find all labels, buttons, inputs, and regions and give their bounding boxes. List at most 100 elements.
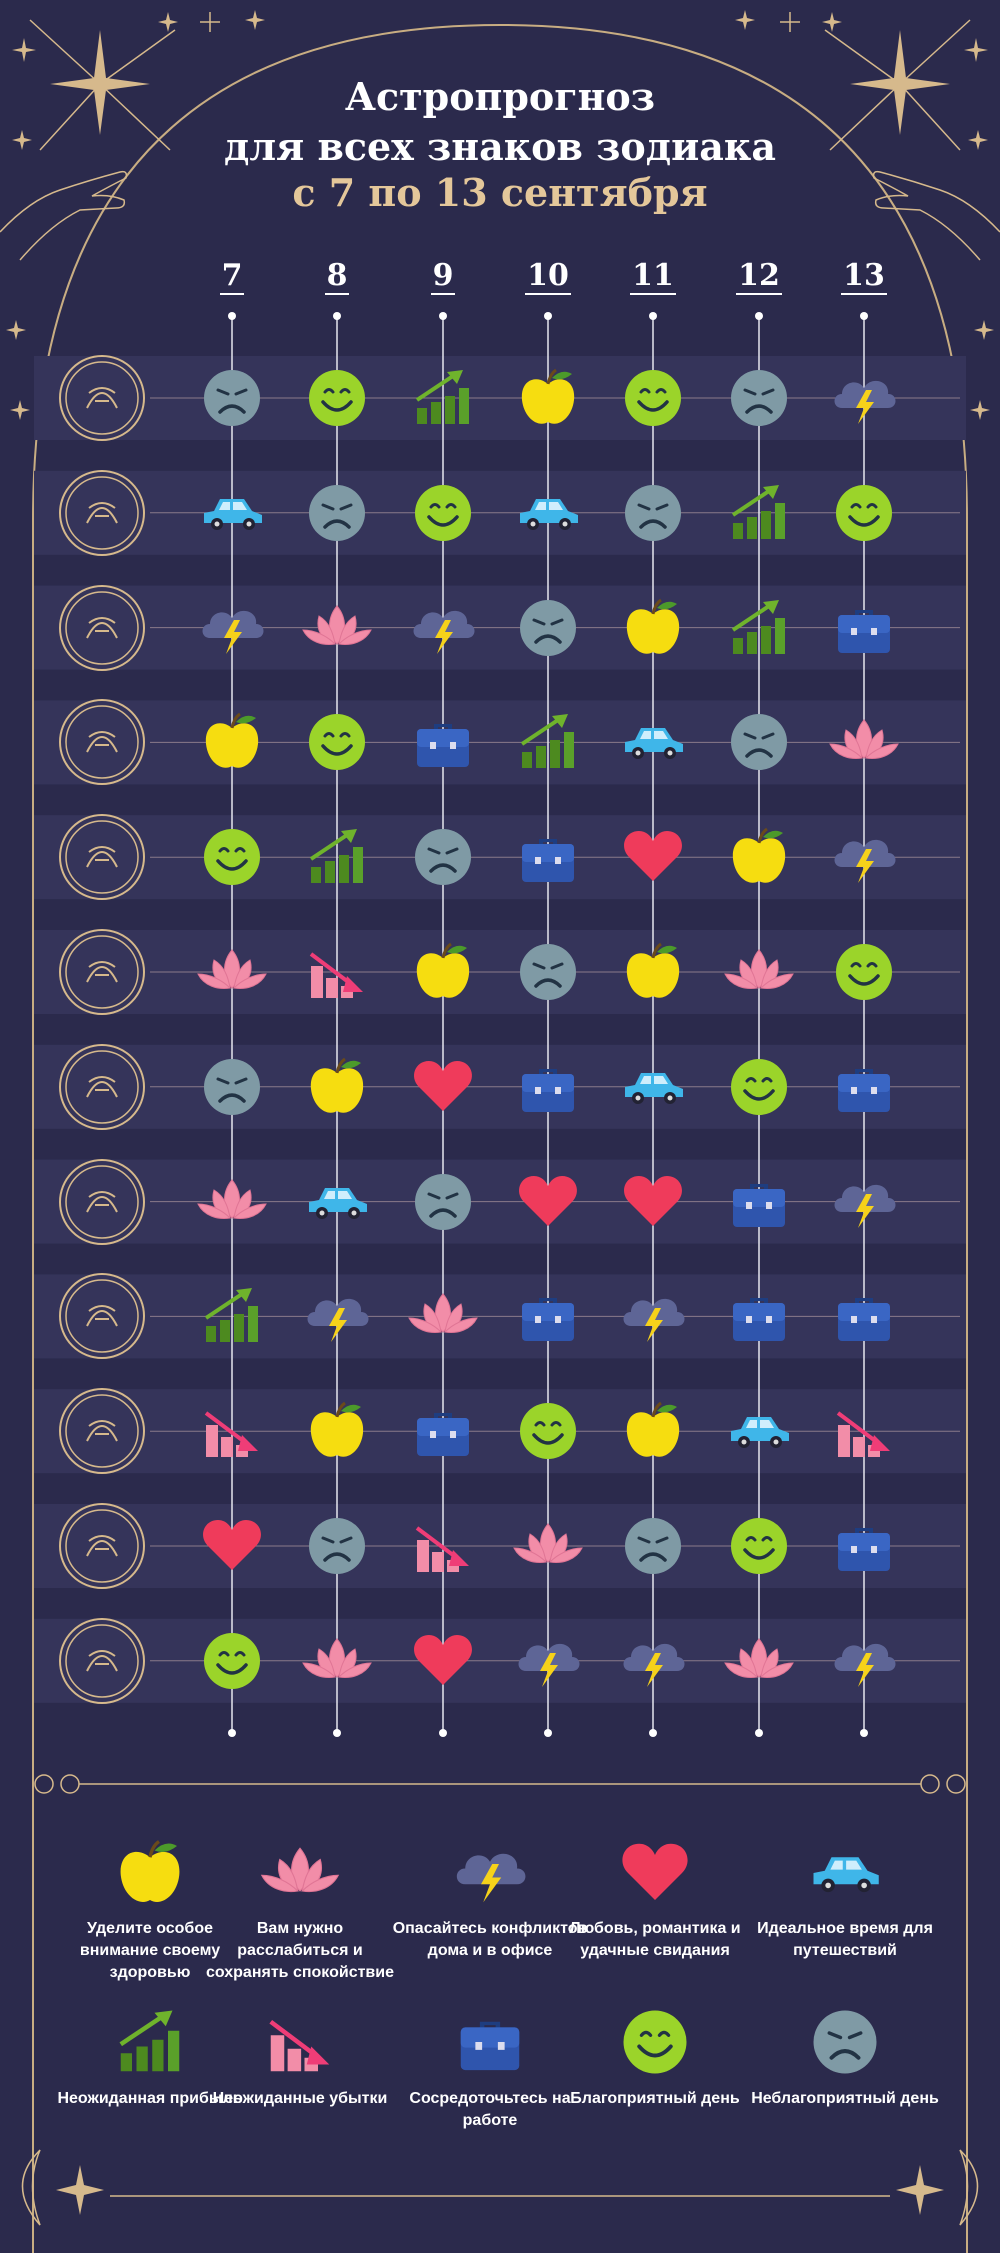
storm-icon xyxy=(613,1621,693,1701)
title-line-2: для всех знаков зодиака xyxy=(224,124,776,169)
briefcase-icon xyxy=(508,1276,588,1356)
legend-happy-icon xyxy=(600,1997,710,2087)
heart-icon xyxy=(403,1621,483,1701)
happy-icon xyxy=(192,1621,272,1701)
loss-icon xyxy=(403,1506,483,1586)
heart-icon xyxy=(192,1506,272,1586)
heart-icon xyxy=(403,1047,483,1127)
happy-icon xyxy=(403,473,483,553)
day-header: 12 xyxy=(736,258,782,295)
title-line-3: с 7 по 13 сентября xyxy=(292,170,708,215)
happy-icon xyxy=(297,358,377,438)
sad-icon xyxy=(192,358,272,438)
storm-icon xyxy=(297,1276,377,1356)
lotus-icon xyxy=(297,1621,377,1701)
profit-icon xyxy=(403,358,483,438)
profit-icon xyxy=(719,473,799,553)
car-icon xyxy=(719,1391,799,1471)
sad-icon xyxy=(297,1506,377,1586)
sad-icon xyxy=(403,817,483,897)
crab-icon xyxy=(57,697,147,787)
storm-icon xyxy=(824,817,904,897)
lotus-icon xyxy=(192,932,272,1012)
day-header: 7 xyxy=(219,258,245,295)
apple-icon xyxy=(297,1047,377,1127)
sad-icon xyxy=(613,473,693,553)
apple-icon xyxy=(613,932,693,1012)
sad-icon xyxy=(297,473,377,553)
car-icon xyxy=(613,702,693,782)
legend-label: Идеальное время для путешествий xyxy=(757,1920,933,1959)
sad-icon xyxy=(192,1047,272,1127)
lotus-icon xyxy=(403,1276,483,1356)
briefcase-icon xyxy=(508,817,588,897)
apple-icon xyxy=(297,1391,377,1471)
loss-icon xyxy=(297,932,377,1012)
happy-icon xyxy=(719,1506,799,1586)
apple-icon xyxy=(719,817,799,897)
scales-icon xyxy=(57,1042,147,1132)
legend-label: Неожиданные убытки xyxy=(212,2090,388,2107)
bow-arrow-icon xyxy=(57,1271,147,1361)
title-line-1: Астропрогноз xyxy=(345,74,655,119)
storm-icon xyxy=(508,1621,588,1701)
car-icon xyxy=(192,473,272,553)
heart-icon xyxy=(613,817,693,897)
legend-loss-icon xyxy=(245,1997,355,2087)
happy-icon xyxy=(192,817,272,897)
sad-icon xyxy=(508,588,588,668)
legend-apple-icon xyxy=(95,1828,205,1918)
happy-icon xyxy=(719,1047,799,1127)
happy-icon xyxy=(508,1391,588,1471)
briefcase-icon xyxy=(403,1391,483,1471)
car-icon xyxy=(508,473,588,553)
day-header: 13 xyxy=(841,258,887,295)
apple-icon xyxy=(508,358,588,438)
legend-briefcase-icon xyxy=(435,1997,545,2087)
maiden-icon xyxy=(57,927,147,1017)
loss-icon xyxy=(824,1391,904,1471)
water-bearer-icon xyxy=(57,1501,147,1591)
storm-icon xyxy=(613,1276,693,1356)
day-header: 8 xyxy=(324,258,350,295)
sad-icon xyxy=(508,932,588,1012)
ram-icon xyxy=(57,353,147,443)
apple-icon xyxy=(403,932,483,1012)
briefcase-icon xyxy=(824,1276,904,1356)
happy-icon xyxy=(824,473,904,553)
briefcase-icon xyxy=(719,1276,799,1356)
legend-car-icon xyxy=(790,1828,900,1918)
lion-icon xyxy=(57,812,147,902)
legend-label: Благоприятный день xyxy=(570,2090,740,2107)
loss-icon xyxy=(192,1391,272,1471)
car-icon xyxy=(297,1162,377,1242)
briefcase-icon xyxy=(824,1506,904,1586)
briefcase-icon xyxy=(824,1047,904,1127)
storm-icon xyxy=(824,1162,904,1242)
profit-icon xyxy=(297,817,377,897)
car-icon xyxy=(613,1047,693,1127)
happy-icon xyxy=(824,932,904,1012)
happy-icon xyxy=(613,358,693,438)
day-header: 10 xyxy=(525,258,571,295)
lotus-icon xyxy=(719,932,799,1012)
legend-profit-icon xyxy=(95,1997,205,2087)
lotus-icon xyxy=(192,1162,272,1242)
legend-label: Любовь, романтика и удачные свидания xyxy=(569,1920,741,1959)
bull-icon xyxy=(57,468,147,558)
heart-icon xyxy=(508,1162,588,1242)
profit-icon xyxy=(192,1276,272,1356)
sad-icon xyxy=(719,358,799,438)
sad-icon xyxy=(719,702,799,782)
legend-sad-icon xyxy=(790,1997,900,2087)
twins-icon xyxy=(57,583,147,673)
scorpion-icon xyxy=(57,1157,147,1247)
profit-icon xyxy=(508,702,588,782)
briefcase-icon xyxy=(824,588,904,668)
lotus-icon xyxy=(297,588,377,668)
briefcase-icon xyxy=(403,702,483,782)
fish-icon xyxy=(57,1616,147,1706)
day-header: 11 xyxy=(630,258,676,295)
apple-icon xyxy=(613,1391,693,1471)
sad-icon xyxy=(403,1162,483,1242)
